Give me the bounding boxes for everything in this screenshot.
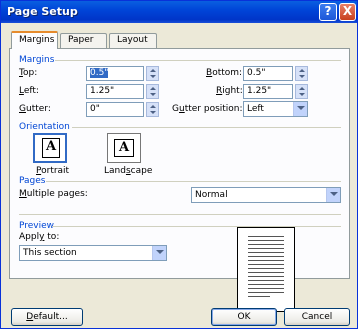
- multiple-pages-label: Multiple pages:: [19, 189, 88, 199]
- top-label: Top:: [19, 68, 38, 78]
- top-margin-spinner[interactable]: [146, 66, 159, 81]
- portrait-icon: A: [42, 138, 60, 158]
- top-margin-input[interactable]: 0.5": [86, 66, 144, 81]
- window-title: Page Setup: [7, 5, 78, 18]
- apply-to-select[interactable]: This section: [19, 245, 167, 261]
- page-setup-dialog: Page Setup ? X Margins Paper Layout Marg…: [0, 0, 358, 329]
- apply-to-value: This section: [23, 248, 77, 258]
- bottom-margin-input[interactable]: 0.5": [243, 66, 293, 81]
- right-margin-spinner[interactable]: [295, 84, 308, 99]
- margins-tab-panel: Margins Top: 0.5" Bottom: 0.5" Left: 1.2…: [9, 48, 350, 279]
- portrait-option[interactable]: A: [33, 133, 67, 163]
- chevron-down-icon[interactable]: [293, 102, 307, 116]
- right-label: Right:: [216, 86, 243, 96]
- pages-divider: [46, 181, 341, 182]
- orientation-group-title: Orientation: [19, 122, 70, 132]
- pages-preview-separator: [19, 214, 341, 215]
- left-margin-input[interactable]: 1.25": [86, 84, 144, 99]
- preview-divider: [52, 226, 341, 227]
- gutter-position-label: Gutter position:: [172, 104, 243, 114]
- orientation-divider: [72, 127, 341, 128]
- bottom-margin-spinner[interactable]: [295, 66, 308, 81]
- cancel-button[interactable]: Cancel: [284, 308, 350, 326]
- pages-group-title: Pages: [19, 176, 46, 186]
- left-label: Left:: [19, 86, 39, 96]
- ok-button[interactable]: OK: [211, 308, 277, 326]
- landscape-label: Landscape: [104, 166, 153, 176]
- bottom-label: Bottom:: [206, 68, 243, 78]
- gutter-position-value: Left: [247, 104, 264, 114]
- margins-divider: [55, 60, 341, 61]
- tab-layout[interactable]: Layout: [109, 33, 157, 48]
- page-preview-thumbnail: [237, 227, 295, 312]
- right-margin-input[interactable]: 1.25": [243, 84, 293, 99]
- apply-to-label: Apply to:: [19, 232, 60, 242]
- tab-paper[interactable]: Paper: [60, 33, 107, 48]
- preview-group-title: Preview: [19, 221, 55, 231]
- multiple-pages-value: Normal: [195, 190, 228, 200]
- default-button[interactable]: Default...: [11, 308, 83, 326]
- portrait-label: Portrait: [36, 166, 70, 176]
- gutter-position-select[interactable]: Left: [243, 101, 308, 117]
- chevron-down-icon[interactable]: [152, 246, 166, 260]
- tab-margins[interactable]: Margins: [11, 31, 58, 49]
- landscape-option[interactable]: A: [107, 133, 141, 163]
- gutter-spinner[interactable]: [146, 102, 159, 117]
- gutter-label: Gutter:: [19, 104, 51, 114]
- gutter-input[interactable]: 0": [86, 102, 144, 117]
- close-button[interactable]: X: [339, 3, 356, 21]
- landscape-icon: A: [114, 139, 134, 157]
- help-button[interactable]: ?: [319, 3, 337, 21]
- left-margin-spinner[interactable]: [146, 84, 159, 99]
- title-bar[interactable]: Page Setup ? X: [1, 1, 357, 23]
- multiple-pages-select[interactable]: Normal: [191, 187, 341, 203]
- margins-group-title: Margins: [19, 55, 55, 65]
- chevron-down-icon[interactable]: [326, 188, 340, 202]
